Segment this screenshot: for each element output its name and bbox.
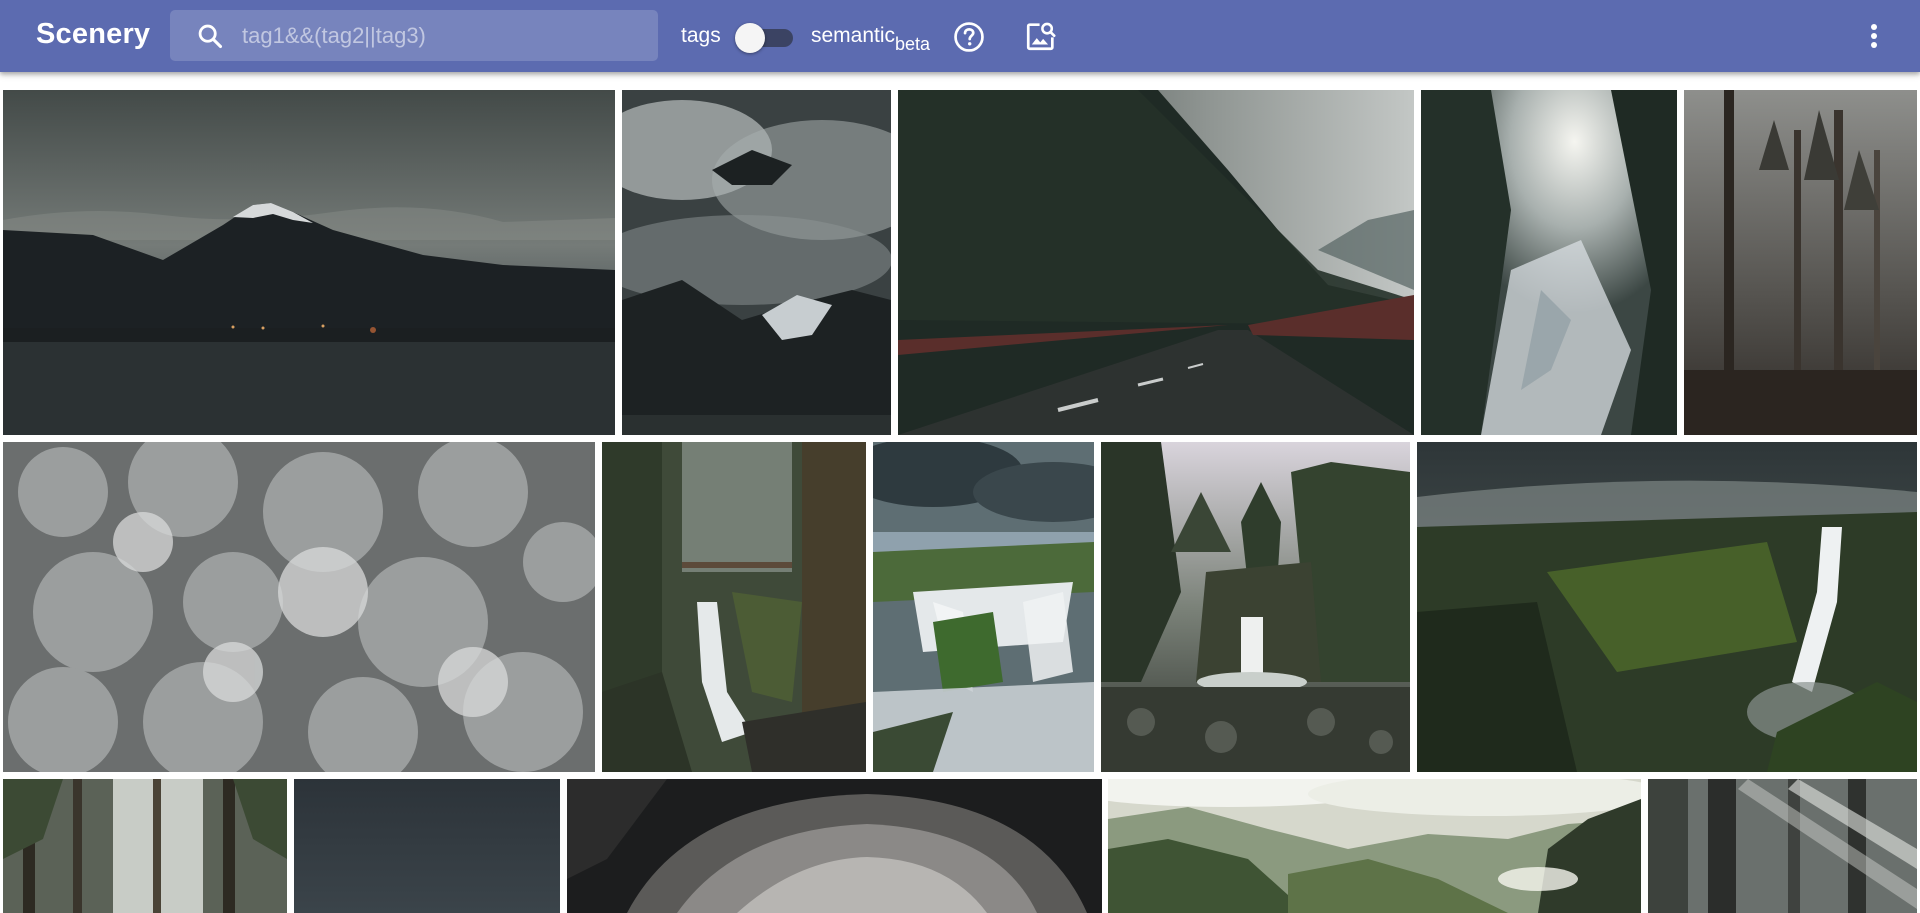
photo-tile[interactable]	[622, 90, 891, 435]
help-button[interactable]	[952, 20, 986, 54]
semantic-beta-badge: beta	[895, 34, 931, 54]
photo-tile[interactable]	[1417, 442, 1917, 772]
photo-tile[interactable]	[602, 442, 866, 772]
more-options-button[interactable]	[1862, 18, 1886, 54]
toggle-thumb	[735, 23, 765, 53]
photo-tile[interactable]	[294, 779, 560, 913]
image-search-icon	[1024, 22, 1058, 57]
image-search-button[interactable]	[1024, 19, 1058, 53]
photo-tile[interactable]	[3, 779, 287, 913]
photo-tile[interactable]	[3, 90, 615, 435]
photo-tile[interactable]	[873, 442, 1094, 772]
more-vert-icon	[1862, 24, 1886, 58]
photo-tile[interactable]	[898, 90, 1414, 435]
app-bar: Scenery tags semanticbeta	[0, 0, 1920, 72]
photo-gallery	[0, 0, 1920, 913]
search-box[interactable]	[170, 10, 658, 61]
search-icon	[196, 22, 224, 50]
search-input[interactable]	[242, 10, 642, 61]
photo-tile[interactable]	[1421, 90, 1677, 435]
photo-tile[interactable]	[1648, 779, 1917, 913]
tags-toggle-label: tags	[681, 24, 721, 47]
semantic-toggle-label[interactable]: semanticbeta	[811, 24, 930, 55]
app-title: Scenery	[36, 18, 151, 50]
photo-tile[interactable]	[567, 779, 1102, 913]
help-circle-icon	[952, 22, 986, 58]
photo-tile[interactable]	[1101, 442, 1410, 772]
photo-tile[interactable]	[1108, 779, 1641, 913]
photo-tile[interactable]	[1684, 90, 1917, 435]
semantic-label-text: semantic	[811, 24, 896, 47]
photo-tile[interactable]	[3, 442, 595, 772]
tags-toggle-switch[interactable]	[735, 21, 793, 53]
